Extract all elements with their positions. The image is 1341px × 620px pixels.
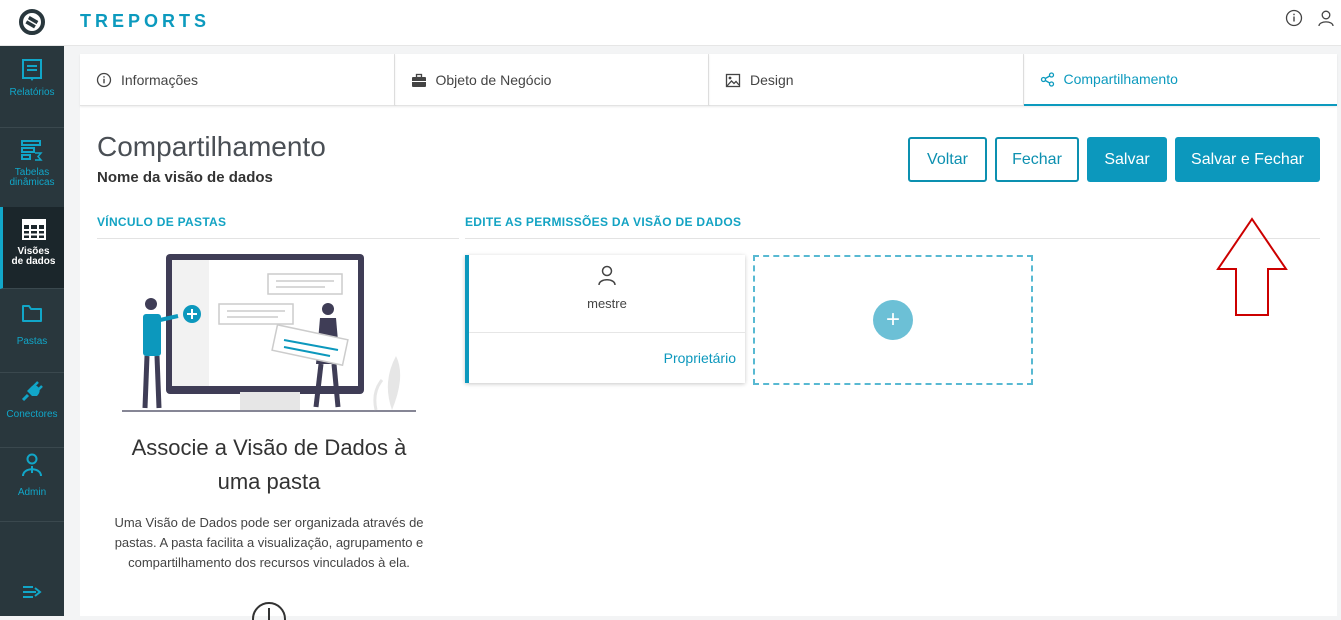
sidebar-item-conectores[interactable]: Conectores xyxy=(0,366,64,448)
tab-bar: Informações Objeto de Negócio Design Com… xyxy=(80,54,1337,106)
heading-line: uma pasta xyxy=(217,469,321,494)
sidebar-item-label: Pastas xyxy=(16,336,48,347)
folders-section-title: VÍNCULO DE PASTAS xyxy=(97,215,227,229)
sidebar-item-label: Tabelas dinâmicas xyxy=(9,167,55,188)
close-button[interactable]: Fechar xyxy=(995,137,1079,182)
briefcase-icon xyxy=(411,73,426,87)
main-content: Informações Objeto de Negócio Design Com… xyxy=(80,54,1337,620)
description-line: compartilhamento dos recursos vinculados… xyxy=(128,555,410,570)
folders-section-divider xyxy=(97,238,459,239)
page-subtitle: Nome da visão de dados xyxy=(97,169,273,186)
add-permission-button[interactable]: + xyxy=(873,300,913,340)
tab-objeto-de-negocio[interactable]: Objeto de Negócio xyxy=(395,54,709,106)
top-bar: TREPORTS xyxy=(0,0,1341,46)
annotation-arrow-icon xyxy=(1216,217,1288,316)
sidebar-item-label: Conectores xyxy=(6,409,58,420)
permissions-section-title: EDITE AS PERMISSÕES DA VISÃO DE DADOS xyxy=(465,215,742,229)
save-and-close-button[interactable]: Salvar e Fechar xyxy=(1175,137,1320,182)
app-title: TREPORTS xyxy=(80,11,211,31)
tab-label: Informações xyxy=(121,72,199,88)
permissions-section-divider xyxy=(465,238,1320,239)
tab-label: Objeto de Negócio xyxy=(435,72,552,88)
info-icon xyxy=(96,72,112,88)
user-icon xyxy=(598,265,616,286)
report-icon xyxy=(22,59,42,81)
sidebar-item-visoes-de-dados[interactable]: Visões de dados xyxy=(0,207,64,289)
back-button[interactable]: Voltar xyxy=(908,137,987,182)
heading-line: Associe a Visão de Dados à xyxy=(131,435,407,460)
sidebar: Relatórios Tabelas dinâmicas Visões de d… xyxy=(0,46,64,616)
pivot-table-icon xyxy=(21,140,43,161)
sidebar-item-admin[interactable]: Admin xyxy=(0,440,64,522)
plug-icon xyxy=(21,381,43,402)
description-line: Uma Visão de Dados pode ser organizada a… xyxy=(114,515,424,530)
image-icon xyxy=(725,73,741,87)
tab-compartilhamento[interactable]: Compartilhamento xyxy=(1023,54,1337,106)
user-icon[interactable] xyxy=(1317,9,1335,27)
save-button[interactable]: Salvar xyxy=(1087,137,1167,182)
permission-user-name: mestre xyxy=(587,296,627,311)
page-title: Compartilhamento xyxy=(97,131,326,162)
tab-label: Compartilhamento xyxy=(1063,71,1178,87)
admin-icon xyxy=(22,453,42,477)
folder-association-description: Uma Visão de Dados pode ser organizada a… xyxy=(98,513,440,573)
permission-user: mestre xyxy=(469,255,745,333)
description-line: pastas. A pasta facilita a visualização,… xyxy=(114,535,424,550)
sidebar-item-tabelas-dinamicas[interactable]: Tabelas dinâmicas xyxy=(0,126,64,208)
folder-icon xyxy=(22,305,42,322)
add-permission-card[interactable]: + xyxy=(753,255,1033,385)
sidebar-item-label: Relatórios xyxy=(9,87,55,98)
permission-card[interactable]: mestre Proprietário xyxy=(465,255,745,383)
sidebar-item-pastas[interactable]: Pastas xyxy=(0,291,64,373)
folder-association-heading: Associe a Visão de Dados à uma pasta xyxy=(108,431,430,499)
sidebar-item-label: Admin xyxy=(17,487,47,498)
data-grid-icon xyxy=(21,219,46,240)
tab-informacoes[interactable]: Informações xyxy=(80,54,395,106)
sidebar-item-label: Visões de dados xyxy=(11,246,56,267)
add-folder-icon[interactable] xyxy=(250,600,288,620)
tab-design[interactable]: Design xyxy=(709,54,1024,106)
sidebar-item-relatorios[interactable]: Relatórios xyxy=(0,46,64,128)
share-icon xyxy=(1040,71,1054,87)
permission-role[interactable]: Proprietário xyxy=(664,350,736,366)
tab-label: Design xyxy=(750,72,794,88)
folder-association-illustration xyxy=(122,254,416,412)
app-logo-icon[interactable] xyxy=(19,9,45,35)
collapse-menu-icon[interactable] xyxy=(22,584,42,600)
info-icon[interactable] xyxy=(1285,9,1303,27)
